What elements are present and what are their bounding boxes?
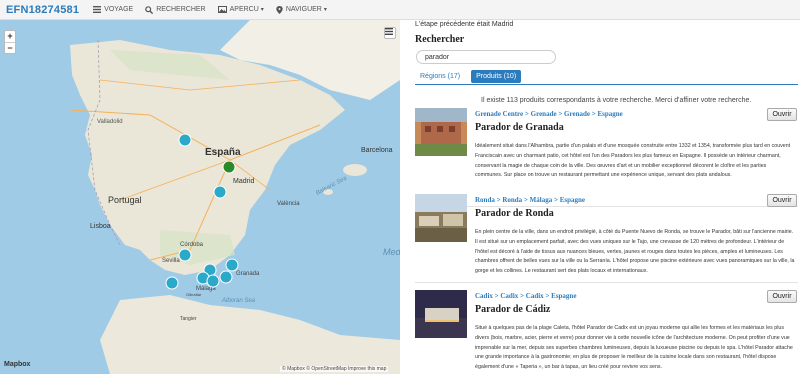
- map-marker[interactable]: [178, 248, 192, 262]
- nav-voyage[interactable]: VOYAGE: [87, 0, 139, 20]
- map-attribution[interactable]: © Mapbox © OpenStreetMap Improve this ma…: [280, 366, 389, 372]
- mapbox-logo[interactable]: Mapbox: [4, 361, 30, 368]
- nav-apercu[interactable]: APERCU ▾: [212, 0, 270, 20]
- nav-rechercher-label: RECHERCHER: [156, 6, 206, 13]
- zoom-in-button[interactable]: +: [5, 31, 15, 42]
- open-button[interactable]: Ouvrir: [767, 194, 797, 207]
- open-button[interactable]: Ouvrir: [767, 108, 797, 121]
- result-title[interactable]: Parador de Ronda: [475, 208, 554, 219]
- chevron-down-icon: ▾: [260, 7, 264, 13]
- city-label: València: [277, 201, 300, 207]
- nav-rechercher[interactable]: RECHERCHER: [139, 0, 211, 20]
- search-panel: L'étape précédente était Madrid Recherch…: [405, 20, 800, 374]
- map-marker[interactable]: [165, 276, 179, 290]
- hotel-thumbnail[interactable]: [415, 290, 467, 338]
- breadcrumb[interactable]: Ronda > Ronda > Málaga > Espagne: [475, 196, 585, 204]
- tabs-underline: [415, 84, 798, 85]
- result-item: Ronda > Ronda > Málaga > Espagne Parador…: [415, 194, 798, 304]
- city-label: Valladolid: [97, 119, 123, 125]
- result-title[interactable]: Parador de Cádiz: [475, 304, 550, 315]
- map-view[interactable]: Valladolid España Barcelona Madrid Portu…: [0, 20, 400, 374]
- city-label: Tangier: [180, 316, 197, 322]
- result-description: Idéalement situé dans l'Alhambra, partie…: [475, 143, 791, 179]
- search-input[interactable]: [416, 50, 556, 64]
- search-heading: Rechercher: [415, 34, 465, 45]
- result-item: Cadix > Cadix > Cadix > Espagne Parador …: [415, 290, 798, 374]
- city-label: Gibraltar: [186, 292, 202, 297]
- chevron-down-icon: ▾: [323, 7, 327, 13]
- list-icon: [93, 6, 102, 13]
- result-description: En plein centre de la ville, dans un end…: [475, 229, 795, 275]
- city-label: Córdoba: [180, 242, 204, 248]
- city-label: Lisboa: [90, 223, 111, 230]
- open-button[interactable]: Ouvrir: [767, 290, 797, 303]
- sea-label: Medit: [383, 247, 400, 257]
- previous-step-text: L'étape précédente était Madrid: [415, 21, 514, 28]
- layers-icon: [385, 28, 393, 35]
- nav-naviguer-label: NAVIGUER: [285, 6, 322, 13]
- nav-naviguer[interactable]: NAVIGUER ▾: [270, 0, 333, 20]
- result-title[interactable]: Parador de Granada: [475, 122, 564, 133]
- map-canvas[interactable]: Valladolid España Barcelona Madrid Portu…: [0, 20, 400, 374]
- map-marker[interactable]: [219, 270, 233, 284]
- result-description: Situé à quelques pas de la plage Caleta,…: [475, 325, 793, 371]
- result-item: Grenade Centre > Grenade > Grenade > Esp…: [415, 108, 798, 203]
- image-icon: [217, 6, 227, 13]
- sea-label: Alboran Sea: [221, 298, 256, 304]
- search-icon: [145, 5, 154, 14]
- tab-regions[interactable]: Régions (17): [415, 70, 465, 83]
- zoom-out-button[interactable]: −: [5, 42, 15, 53]
- breadcrumb[interactable]: Cadix > Cadix > Cadix > Espagne: [475, 292, 576, 300]
- land-mallorca: [343, 164, 367, 176]
- breadcrumb[interactable]: Grenade Centre > Grenade > Grenade > Esp…: [475, 110, 623, 118]
- current-location-marker[interactable]: [222, 160, 236, 174]
- tab-produits[interactable]: Produits (10): [471, 70, 522, 83]
- map-marker[interactable]: [206, 274, 220, 288]
- trip-reference[interactable]: EFN18274581: [0, 4, 87, 16]
- country-label: Portugal: [108, 195, 142, 205]
- hotel-thumbnail[interactable]: [415, 194, 467, 242]
- city-label: Granada: [236, 271, 260, 277]
- land-africa: [100, 295, 400, 374]
- city-label: Sevilla: [162, 258, 180, 264]
- top-navbar: EFN18274581 VOYAGE RECHERCHER APERCU ▾ N…: [0, 0, 800, 20]
- result-count-text: Il existe 113 produits correspondants à …: [481, 97, 752, 104]
- country-label: España: [205, 147, 241, 158]
- map-marker[interactable]: [225, 258, 239, 272]
- nav-voyage-label: VOYAGE: [104, 6, 134, 13]
- map-marker[interactable]: [178, 133, 192, 147]
- hotel-thumbnail[interactable]: [415, 108, 467, 156]
- result-tabs: Régions (17) Produits (10): [415, 70, 527, 83]
- map-marker[interactable]: [213, 185, 227, 199]
- city-label: Madrid: [233, 178, 255, 185]
- city-label: Barcelona: [361, 147, 393, 154]
- zoom-control: + −: [4, 30, 16, 54]
- layers-button[interactable]: [384, 27, 396, 39]
- result-divider: [415, 282, 798, 283]
- pin-icon: [276, 5, 283, 14]
- nav-apercu-label: APERCU: [229, 6, 259, 13]
